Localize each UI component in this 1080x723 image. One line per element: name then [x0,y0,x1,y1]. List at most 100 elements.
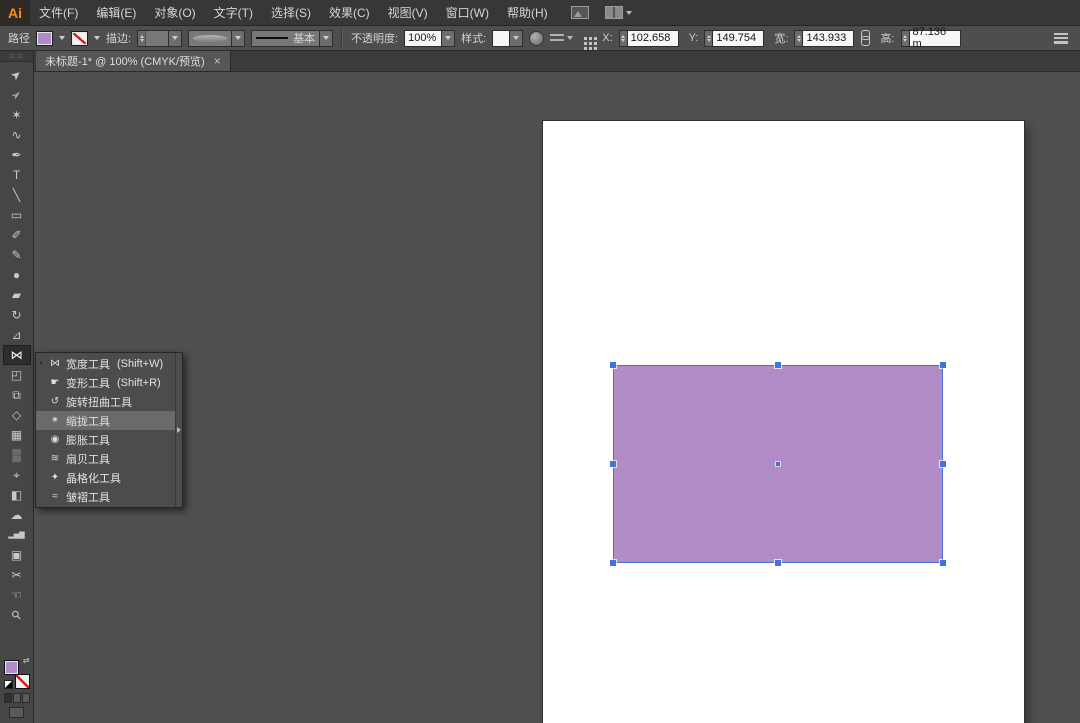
x-field[interactable]: 102.658 [627,30,679,47]
draw-inside-mode[interactable] [22,693,30,703]
menu-select[interactable]: 选择(S) [262,0,320,26]
menu-view[interactable]: 视图(V) [379,0,437,26]
stroke-weight-dropdown[interactable] [168,31,181,46]
width-profile-arrow[interactable] [231,31,244,46]
symbol-sprayer-tool[interactable]: ☁ [3,505,31,525]
default-fill-stroke-icon[interactable] [4,680,13,689]
align-dropdown[interactable] [550,32,573,44]
rotate-tool[interactable]: ↻ [3,305,31,325]
zoom-tool[interactable]: ⚲ [3,605,31,625]
mesh-tool[interactable]: ▦ [3,425,31,445]
height-field[interactable]: 87.136 m [909,30,961,47]
stroke-weight-stepper[interactable] [138,31,146,46]
screen-mode-button[interactable] [9,707,24,718]
flyout-item-warp-tool[interactable]: ☛变形工具(Shift+R) [36,373,175,392]
width-stepper[interactable] [794,30,802,47]
stroke-color-indicator[interactable] [15,674,30,689]
magic-wand-tool[interactable]: ✶ [3,105,31,125]
selection-tool[interactable]: ➤ [3,65,31,85]
selection-handle-sw[interactable] [610,560,616,566]
arrange-documents-icon[interactable] [571,6,589,19]
flyout-item-bloat-tool[interactable]: ◉膨胀工具 [36,430,175,449]
recolor-artwork-icon[interactable] [529,31,544,46]
selection-handle-n[interactable] [775,362,781,368]
opacity-field[interactable]: 100% [404,30,442,47]
selection-handle-e[interactable] [940,461,946,467]
blend-tool[interactable]: ◧ [3,485,31,505]
flyout-tearoff-strip[interactable] [175,353,182,507]
tab-close-icon[interactable]: × [214,55,221,67]
selected-rectangle[interactable] [613,365,943,563]
stroke-color-swatch[interactable] [71,31,88,46]
tools-panel-grip[interactable]: ⁙⁙ [0,51,33,62]
style-dropdown[interactable] [510,30,523,47]
workspace-switcher[interactable] [605,6,632,19]
menu-edit[interactable]: 编辑(E) [87,0,145,26]
selection-handle-w[interactable] [610,461,616,467]
flyout-item-scallop-tool[interactable]: ≋扇贝工具 [36,449,175,468]
draw-normal-mode[interactable] [4,693,12,703]
column-graph-tool[interactable]: ▂▅▇ [3,525,31,545]
app-logo[interactable]: Ai [0,0,30,26]
x-stepper[interactable] [619,30,627,47]
pen-tool[interactable]: ✒ [3,145,31,165]
stroke-dropdown-icon[interactable] [94,36,100,40]
menu-window[interactable]: 窗口(W) [437,0,498,26]
hand-tool[interactable]: ☜ [3,585,31,605]
control-panel-menu-icon[interactable] [1054,33,1068,44]
width-tool[interactable]: ⋈ [3,345,31,365]
menu-effect[interactable]: 效果(C) [320,0,379,26]
y-field[interactable]: 149.754 [712,30,764,47]
menu-object[interactable]: 对象(O) [145,0,204,26]
flyout-item-width-tool[interactable]: ▪⋈宽度工具(Shift+W) [36,354,175,373]
menu-type[interactable]: 文字(T) [205,0,262,26]
pencil-tool[interactable]: ✎ [3,245,31,265]
brush-definition-arrow[interactable] [319,31,332,46]
width-profile-dropdown[interactable] [188,30,245,47]
scale-tool[interactable]: ⊿ [3,325,31,345]
flyout-item-wrinkle-tool[interactable]: ≈皱褶工具 [36,487,175,506]
direct-selection-tool[interactable]: ➢ [3,85,31,105]
selection-handle-se[interactable] [940,560,946,566]
height-stepper[interactable] [901,30,909,47]
selection-handle-nw[interactable] [610,362,616,368]
eraser-tool[interactable]: ▰ [3,285,31,305]
fill-color-indicator[interactable] [4,660,19,675]
pasteboard[interactable] [34,72,1080,723]
fill-color-swatch[interactable] [36,31,53,46]
brush-definition-dropdown[interactable]: 基本 [251,30,333,47]
eyedropper-tool[interactable]: ⌖ [3,465,31,485]
opacity-label: 不透明度: [351,30,398,46]
menu-help[interactable]: 帮助(H) [498,0,557,26]
lasso-tool[interactable]: ∿ [3,125,31,145]
flyout-item-pucker-tool[interactable]: ✶缩拢工具 [36,411,175,430]
flyout-item-twirl-tool[interactable]: ↺旋转扭曲工具 [36,392,175,411]
perspective-grid-tool[interactable]: ◇ [3,405,31,425]
width-field[interactable]: 143.933 [802,30,854,47]
transform-grid-icon[interactable] [584,37,587,40]
slice-tool[interactable]: ✂ [3,565,31,585]
swap-fill-stroke-icon[interactable]: ⇄ [23,657,30,665]
stroke-weight-field[interactable] [137,30,182,47]
gradient-tool[interactable]: ▒ [3,445,31,465]
artboard-tool[interactable]: ▣ [3,545,31,565]
free-transform-tool[interactable]: ◰ [3,365,31,385]
y-stepper[interactable] [704,30,712,47]
style-swatch[interactable] [492,30,510,47]
document-tab[interactable]: 未标题-1* @ 100% (CMYK/预览) × [36,51,231,71]
rectangle-tool[interactable]: ▭ [3,205,31,225]
type-tool-icon: T [13,169,20,181]
paintbrush-tool[interactable]: ✐ [3,225,31,245]
type-tool[interactable]: T [3,165,31,185]
flyout-item-crystallize-tool[interactable]: ✦晶格化工具 [36,468,175,487]
fill-dropdown-icon[interactable] [59,36,65,40]
menu-file[interactable]: 文件(F) [30,0,87,26]
selection-handle-s[interactable] [775,560,781,566]
opacity-dropdown[interactable] [442,30,455,47]
line-segment-tool[interactable]: ╲ [3,185,31,205]
selection-handle-ne[interactable] [940,362,946,368]
blob-brush-tool[interactable]: ● [3,265,31,285]
draw-behind-mode[interactable] [13,693,21,703]
constrain-proportions-icon[interactable] [860,30,870,46]
shape-builder-tool[interactable]: ⧉ [3,385,31,405]
